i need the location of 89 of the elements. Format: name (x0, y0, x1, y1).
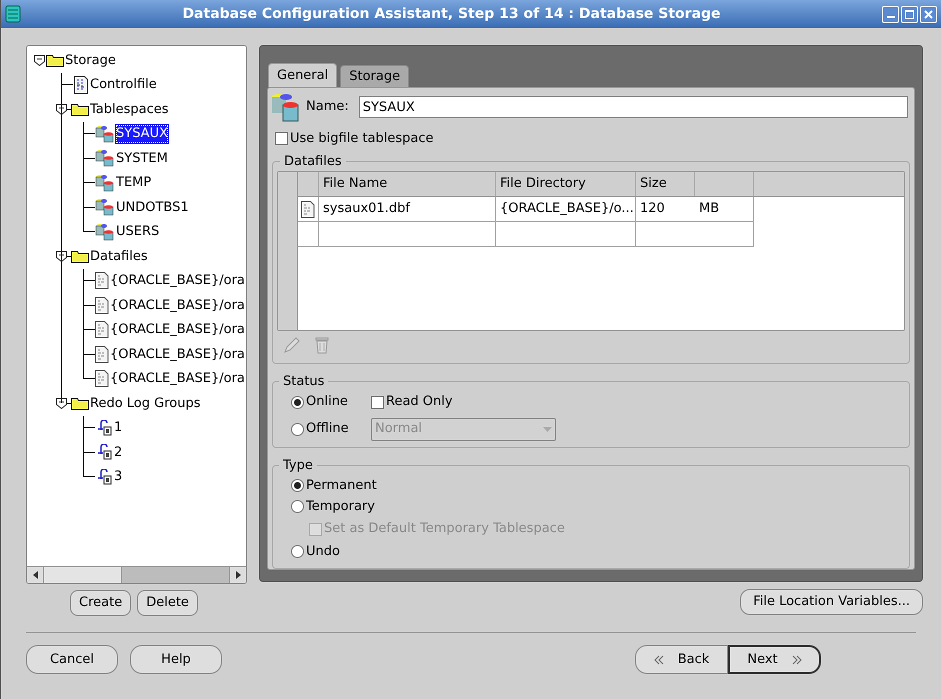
redo-log-icon (95, 444, 113, 460)
close-icon (924, 10, 933, 18)
tree-item[interactable]: 2 (113, 442, 124, 462)
tree-item[interactable]: {ORACLE_BASE}/ora (109, 296, 246, 315)
table-cell-text: MB (698, 200, 720, 218)
database-stack-icon (95, 222, 115, 241)
maximize-icon (905, 10, 914, 18)
database-icon (5, 5, 21, 23)
radio-label: Temporary (306, 498, 375, 516)
tree-item[interactable]: {ORACLE_BASE}/ora (109, 271, 246, 290)
folder-icon (71, 250, 89, 263)
column-header: File Directory (496, 172, 636, 196)
close-button[interactable] (920, 6, 937, 22)
document-icon (95, 296, 109, 314)
folder-icon (71, 102, 89, 116)
bigfile-checkbox[interactable] (275, 132, 288, 146)
document-icon (95, 321, 109, 338)
tree-item[interactable]: 1 (113, 418, 124, 438)
radio-button[interactable] (291, 396, 304, 408)
tree-item[interactable]: UNDOTBS1 (115, 198, 190, 217)
chevron-left-icon (654, 654, 664, 664)
tree-action-button[interactable]: Delete (137, 590, 198, 616)
table-cell: sysaux01.dbf (319, 197, 496, 221)
radio-label: Offline (306, 420, 349, 438)
document-icon (95, 272, 109, 290)
default-temporary-label: Set as Default Temporary Tablespace (324, 520, 565, 538)
footer-button[interactable]: Cancel (26, 645, 118, 674)
horizontal-scrollbar[interactable] (27, 566, 246, 583)
database-stack-icon (95, 149, 115, 168)
dropdown-arrow-icon (543, 426, 552, 432)
tree-item[interactable]: Controlfile (89, 75, 158, 94)
radio-label: Permanent (306, 476, 377, 495)
radio-button[interactable] (291, 479, 304, 492)
chevron-right-icon (792, 654, 802, 664)
tree-item[interactable]: Storage (64, 50, 117, 70)
tree-item[interactable]: 3 (113, 467, 124, 486)
footer-button[interactable]: Help (130, 645, 222, 674)
document-icon (95, 370, 109, 388)
back-button[interactable]: Back (635, 645, 728, 674)
tab[interactable]: Storage (340, 65, 410, 87)
radio-label: Online (306, 393, 348, 412)
tab[interactable]: General (268, 63, 338, 87)
tree-item[interactable]: SYSAUX (115, 124, 169, 144)
folder-icon (46, 54, 64, 67)
window-title: Database Configuration Assistant, Step 13 of 14 : Database Storage (181, 4, 722, 24)
tree-item[interactable]: SYSTEM (115, 148, 169, 168)
name-label: Name: (306, 98, 349, 116)
tree-item[interactable]: TEMP (115, 173, 152, 192)
database-stack-icon (95, 198, 115, 216)
left-arrow-icon (32, 571, 38, 579)
radio-button[interactable] (291, 422, 304, 436)
column-header: File Name (319, 172, 496, 196)
next-button[interactable]: Next (728, 645, 821, 674)
collapse-toggle-icon[interactable] (56, 398, 67, 409)
tree-item[interactable]: USERS (115, 222, 160, 242)
tree-action-button[interactable]: Create (70, 590, 132, 616)
checkbox[interactable] (371, 396, 384, 408)
read-only-label: Read Only (386, 393, 453, 412)
tree-item[interactable]: {ORACLE_BASE}/ora (109, 320, 246, 340)
group-title: Status (282, 373, 326, 391)
redo-log-icon (95, 468, 113, 485)
radio-button[interactable] (291, 545, 304, 558)
radio-button[interactable] (291, 500, 304, 513)
group-title: Type (282, 456, 314, 474)
redo-log-icon (95, 420, 113, 436)
document-icon (95, 346, 109, 363)
database-stack-icon (95, 124, 115, 143)
database-stack-icon (95, 174, 115, 192)
table-cell: {ORACLE_BASE}/o... (496, 197, 636, 221)
folder-icon (71, 396, 89, 410)
document-icon (73, 76, 89, 94)
collapse-toggle-icon[interactable] (34, 54, 45, 66)
collapse-toggle-icon[interactable] (56, 250, 67, 262)
tree-item[interactable]: {ORACLE_BASE}/ora (109, 369, 246, 388)
right-arrow-icon (236, 571, 240, 579)
table-cell-text: 120 (639, 200, 666, 218)
radio-label: Undo (306, 542, 340, 561)
name-field[interactable]: SYSAUX (358, 96, 908, 118)
file-location-variables-button[interactable]: File Location Variables... (740, 589, 923, 615)
bigfile-label: Use bigfile tablespace (290, 130, 434, 148)
tree-item[interactable]: {ORACLE_BASE}/ora (109, 344, 246, 364)
minimize-button[interactable] (882, 6, 899, 22)
tree-item[interactable]: Datafiles (89, 246, 149, 266)
group-title: Datafiles (283, 152, 343, 170)
document-icon (301, 200, 315, 218)
tree-item[interactable]: Tablespaces (89, 100, 170, 119)
maximize-button[interactable] (901, 6, 918, 22)
collapse-toggle-icon[interactable] (56, 104, 67, 115)
tree-item[interactable]: Redo Log Groups (89, 394, 202, 413)
